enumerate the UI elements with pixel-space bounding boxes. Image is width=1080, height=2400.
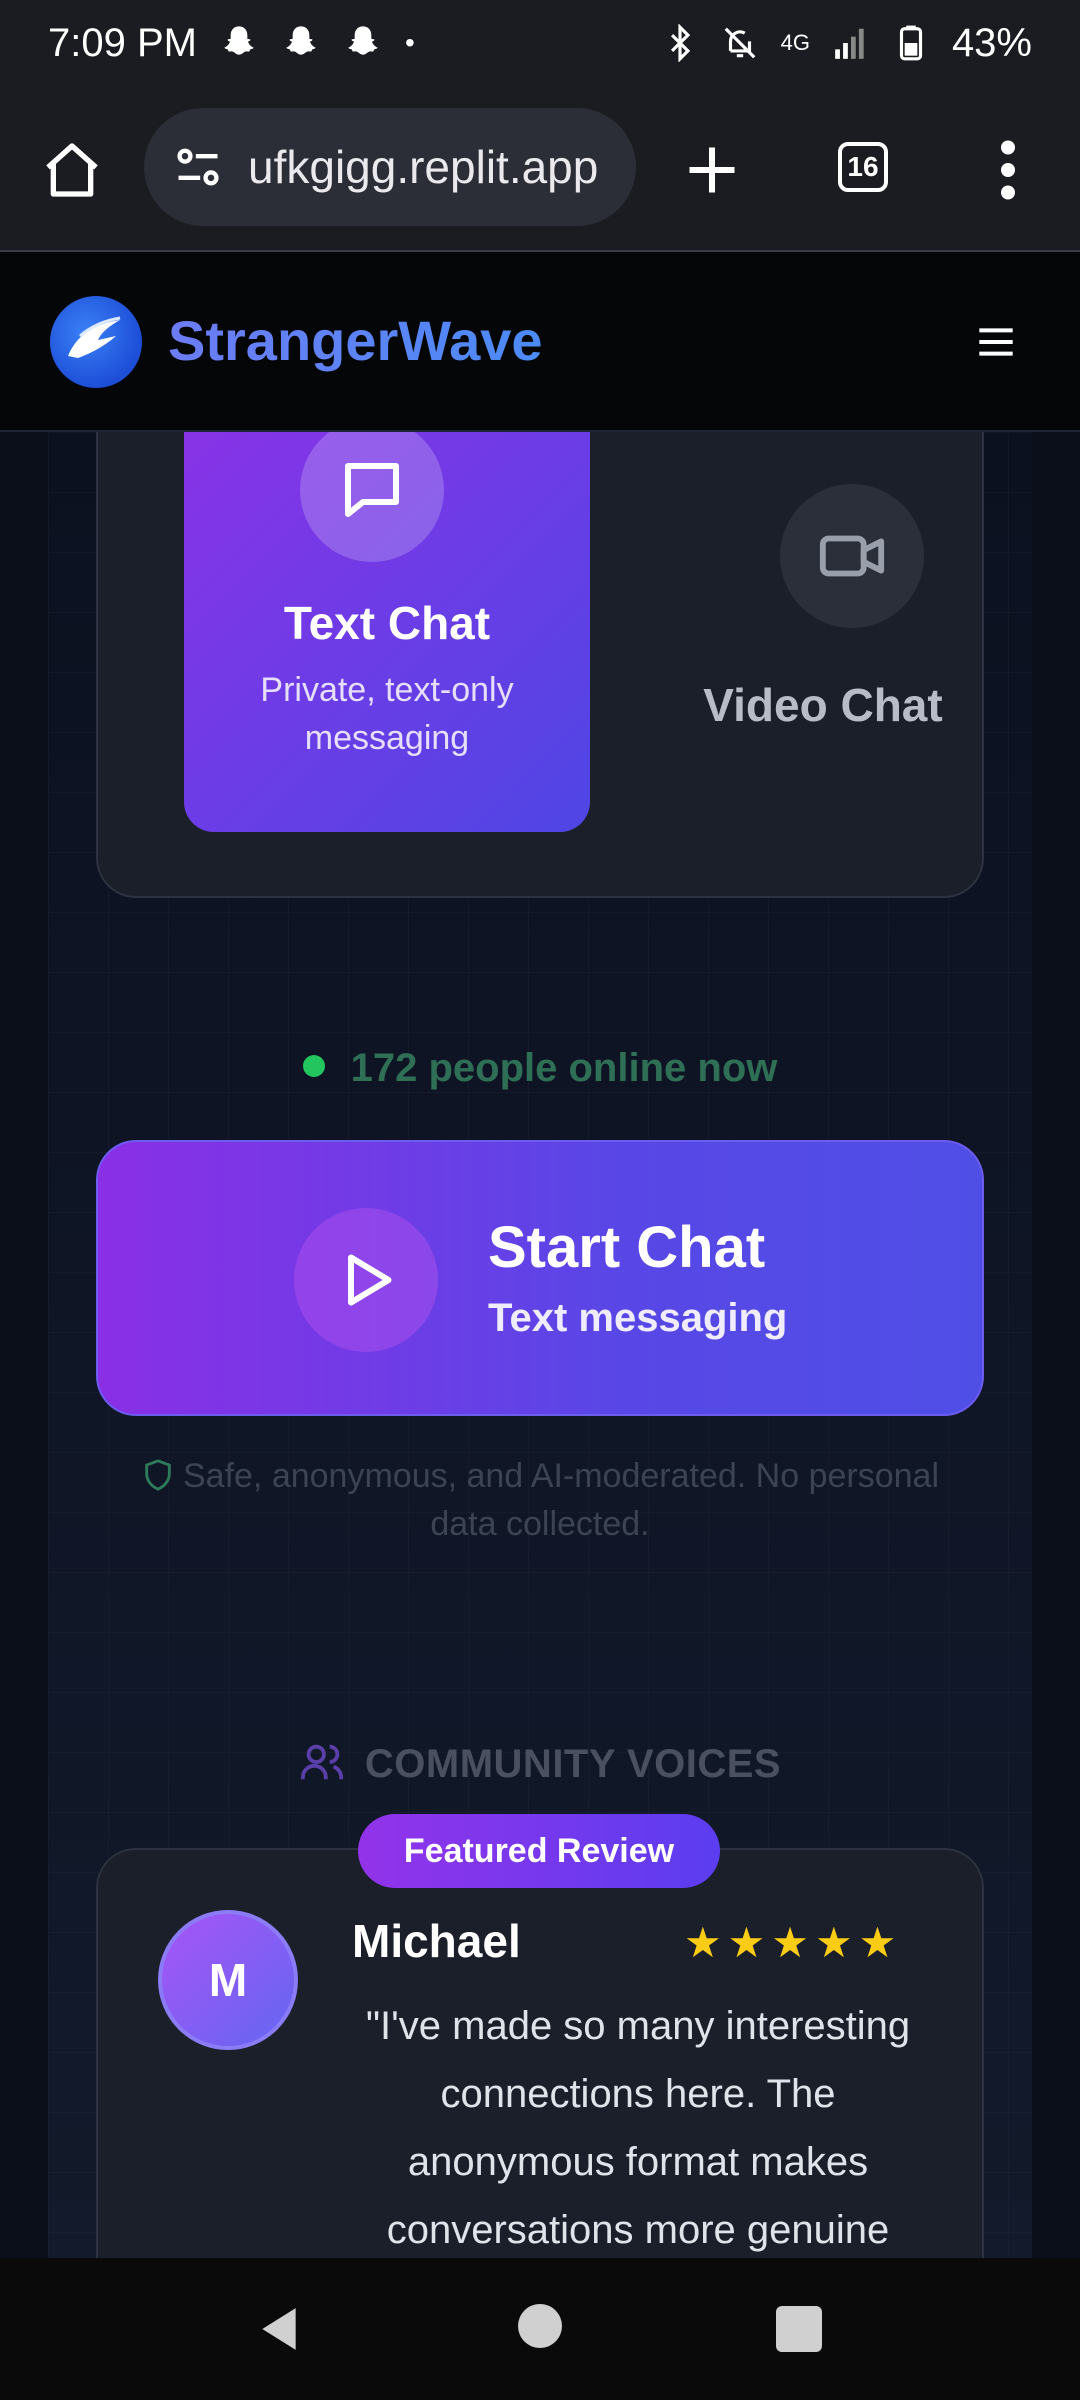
- address-bar[interactable]: ufkgigg.replit.app: [144, 108, 636, 226]
- more-menu-icon[interactable]: [996, 140, 1020, 200]
- video-camera-icon: [819, 535, 885, 577]
- online-count: 172 people online now: [48, 1046, 1032, 1091]
- shield-icon: [145, 1459, 171, 1491]
- status-time: 7:09 PM: [48, 20, 197, 65]
- review-quote: "I've made so many interesting connectio…: [365, 2004, 911, 2252]
- start-chat-sublabel: Text messaging: [488, 1296, 788, 1340]
- text-chat-title: Text Chat: [283, 597, 491, 649]
- reviewer-name: Michael: [352, 1915, 521, 1967]
- featured-review-badge: Featured Review: [358, 1814, 720, 1888]
- brand-name[interactable]: StrangerWave: [168, 308, 543, 373]
- more-notifications-dot: •: [404, 27, 415, 58]
- site-settings-icon[interactable]: [172, 141, 224, 193]
- snapchat-icon: [348, 26, 378, 55]
- star-rating: ★★★★★: [684, 1919, 903, 1966]
- status-bar: 7:09 PM • 4G 43%: [0, 0, 1080, 86]
- text-chat-subtitle: Private, text-only messaging: [260, 671, 514, 757]
- video-chat-icon-wrap: [780, 484, 924, 628]
- video-chat-title: Video Chat: [703, 679, 943, 731]
- tab-switcher-button[interactable]: 16: [838, 142, 888, 192]
- bell-off-icon: [724, 27, 755, 59]
- new-tab-icon[interactable]: [682, 140, 742, 200]
- hamburger-menu-icon[interactable]: [976, 322, 1016, 362]
- online-text: 172 people online now: [350, 1046, 778, 1090]
- play-icon: [348, 1254, 392, 1306]
- text-chat-option[interactable]: Text Chat Private, text-only messaging: [184, 432, 590, 832]
- play-icon-wrap: [294, 1208, 438, 1352]
- browser-toolbar: ufkgigg.replit.app 16: [0, 86, 1080, 252]
- users-icon: [300, 1745, 343, 1780]
- online-indicator: [302, 1055, 325, 1078]
- recents-button[interactable]: [776, 2306, 822, 2352]
- home-icon[interactable]: [40, 138, 104, 202]
- start-chat-label: Start Chat: [488, 1215, 766, 1280]
- chat-mode-selector: Text Chat Private, text-only messaging V…: [96, 432, 984, 898]
- safety-text: Safe, anonymous, and AI-moderated. No pe…: [182, 1457, 940, 1543]
- url-text: ufkgigg.replit.app: [248, 141, 599, 193]
- battery-icon: [899, 25, 923, 61]
- back-icon[interactable]: [254, 2304, 304, 2354]
- community-heading-text: COMMUNITY VOICES: [364, 1742, 782, 1786]
- chat-bubble-icon: [345, 463, 399, 517]
- network-type: 4G: [780, 30, 810, 55]
- video-chat-option[interactable]: Video Chat: [620, 434, 1026, 764]
- avatar: M: [158, 1910, 298, 2050]
- brand-logo[interactable]: [50, 296, 142, 388]
- system-nav-bar: [0, 2258, 1080, 2400]
- main-content: Text Chat Private, text-only messaging V…: [48, 432, 1032, 2258]
- community-heading: COMMUNITY VOICES: [48, 1742, 1032, 1789]
- snapchat-icon: [286, 26, 316, 55]
- battery-percent: 43%: [951, 20, 1032, 65]
- text-chat-icon-wrap: [300, 432, 444, 562]
- signal-icon: [835, 28, 864, 59]
- site-header: StrangerWave: [0, 252, 1080, 432]
- bluetooth-icon: [670, 24, 690, 62]
- safety-note: Safe, anonymous, and AI-moderated. No pe…: [108, 1452, 972, 1548]
- start-chat-button[interactable]: Start Chat Text messaging: [96, 1140, 984, 1416]
- home-button[interactable]: [518, 2304, 562, 2348]
- notification-icons: [219, 23, 383, 63]
- snapchat-icon: [224, 26, 254, 55]
